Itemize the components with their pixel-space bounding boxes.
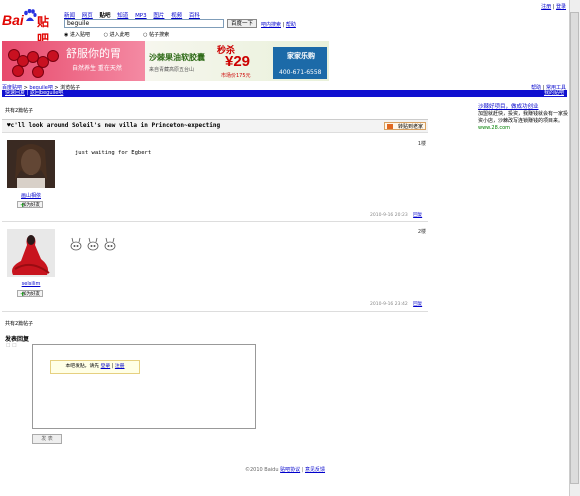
sidebar-ad-body: 加盟就赶快，投资，我赚钱就会有一家投资小店，沙棘改写连锁赚钱的项目来。 (478, 111, 569, 124)
vertical-scrollbar[interactable] (569, 0, 580, 496)
editor-toolbar-icon[interactable]: ☐ ☐ (6, 343, 17, 349)
help-link[interactable]: 帮助 (286, 22, 296, 28)
post-time: 2010-9-16 23:42 (370, 302, 408, 307)
rabbit-emoticon-icon (70, 237, 116, 251)
floor-label: 2楼 (417, 229, 426, 235)
floor-label: 1楼 (417, 141, 426, 147)
sidebar-ad-url[interactable]: www.28.com (478, 125, 570, 132)
ad-banner-left[interactable]: 舒服你的胃 自然养生 重在天然 (2, 41, 145, 81)
search-input[interactable]: beguile (64, 19, 224, 28)
radio-post-search[interactable]: ○ 帖子搜索 (143, 32, 175, 38)
paw-icon (24, 9, 37, 21)
avatar[interactable] (7, 140, 55, 188)
ad-phone: 400-671-6558 (279, 69, 322, 76)
emoticon-row (70, 237, 120, 253)
add-friend-button[interactable]: + 加为好友 (17, 201, 43, 209)
submit-button[interactable]: 发 表 (32, 434, 62, 444)
search-mode-radios: ◉ 进入贴吧 ○ 进入此吧 ○ 帖子搜索 (64, 31, 181, 38)
sidebar-ad[interactable]: 沙棘好项目，做成功创业 加盟就赶快，投资，我赚钱就会有一家投资小店，沙棘改写连锁… (478, 104, 570, 132)
back-to-bar-link[interactable]: 返回beguile吧 (30, 90, 63, 96)
thread-title-bar: ♥c'll look around Soleil's new villa in … (2, 119, 428, 133)
ad-left-title: 舒服你的胃 (66, 47, 121, 60)
footer-agreement-link[interactable]: 贴吧协议 (280, 467, 300, 473)
reply-link[interactable]: 回复 (413, 213, 422, 218)
cherry-image (32, 66, 44, 78)
reply-link[interactable]: 回复 (413, 302, 422, 307)
thread-title: ♥c'll look around Soleil's new villa in … (7, 122, 221, 129)
post-meta: 2010-9-16 23:42 回复 (370, 301, 422, 307)
blue-toolbar: 快速回复 | 返回beguile吧 我的贴吧 (2, 90, 567, 97)
ad-banner[interactable]: 舒服你的胃 自然养生 重在天然 沙棘果油软胶囊 来自青藏高原五台山 秒杀 ¥29… (2, 41, 329, 81)
post-divider (2, 311, 428, 312)
post-divider (2, 221, 428, 222)
share-icon (387, 124, 393, 129)
radio-enter-tieba[interactable]: ◉ 进入贴吧 (64, 32, 96, 38)
ad-price: ¥29 (225, 53, 251, 70)
username-link[interactable]: 画山相依 (7, 192, 55, 199)
register-link[interactable]: 注册 (541, 4, 551, 10)
search-links: 吧内搜索 | 帮助 (261, 22, 296, 28)
tip-register-link[interactable]: 注册 (115, 364, 125, 369)
cherry-image (47, 50, 59, 62)
toolbar-left: 快速回复 | 返回beguile吧 (5, 90, 64, 96)
scrollbar-thumb[interactable] (570, 12, 579, 484)
login-tip: 本吧发贴，请先 登录 | 注册 (50, 360, 140, 374)
ad-right-subtitle: 来自青藏高原五台山 (149, 67, 195, 73)
post-meta: 2010-9-16 20:23 回复 (370, 212, 422, 218)
footer-feedback-link[interactable]: 意见反馈 (305, 467, 325, 473)
my-tieba-link[interactable]: 我的贴吧 (544, 90, 564, 97)
cherry-image (12, 65, 24, 77)
copyright: ©2010 Baidu (244, 467, 279, 473)
avatar-photo (7, 229, 55, 277)
in-bar-search-link[interactable]: 吧内搜索 (261, 22, 281, 28)
footer: ©2010 Baidu 贴吧协议 | 意见反馈 (244, 467, 326, 473)
login-link[interactable]: 登录 (556, 4, 566, 10)
post-count-top: 共有2篇帖子 (5, 108, 34, 114)
share-button[interactable]: 转贴到老家 (384, 122, 426, 130)
baidu-tieba-logo[interactable]: Bai 贴吧 (2, 9, 60, 46)
ad-brand: 家家乐购 (287, 52, 315, 60)
ad-banner-right[interactable]: 沙棘果油软胶囊 来自青藏高原五台山 秒杀 ¥29 市场价175元 家家乐购 40… (145, 41, 329, 81)
product-nav: 新闻 网页 贴吧 知道 MP3 图片 视频 百科 (64, 11, 205, 19)
quick-reply-link[interactable]: 快速回复 (5, 90, 25, 96)
post-content: just waiting for Egbert (75, 150, 152, 156)
post-count-bottom: 共有2篇帖子 (5, 321, 34, 327)
avatar-photo (7, 140, 55, 188)
ad-original-price: 市场价175元 (221, 73, 251, 79)
reply-heading: 发表回复 (5, 336, 30, 343)
plus-icon: + (20, 291, 26, 298)
ad-left-subtitle: 自然养生 重在天然 (72, 65, 122, 72)
ad-brand-box: 家家乐购 400-671-6558 (273, 47, 327, 79)
ad-right-title: 沙棘果油软胶囊 (149, 53, 205, 62)
post-time: 2010-9-16 20:23 (370, 213, 408, 218)
top-links: 注册 | 登录 (541, 4, 566, 10)
tip-login-link[interactable]: 登录 (101, 364, 111, 369)
add-friend-button[interactable]: + 加为好友 (17, 290, 43, 298)
sidebar-ad-title[interactable]: 沙棘好项目，做成功创业 (478, 104, 570, 111)
avatar[interactable] (7, 229, 55, 277)
username-link[interactable]: selsilim (7, 281, 55, 287)
plus-icon: + (20, 202, 26, 209)
radio-enter-this-bar[interactable]: ○ 进入此吧 (104, 32, 136, 38)
search-button[interactable]: 百度一下 (227, 19, 257, 28)
reply-textarea[interactable] (32, 344, 256, 429)
